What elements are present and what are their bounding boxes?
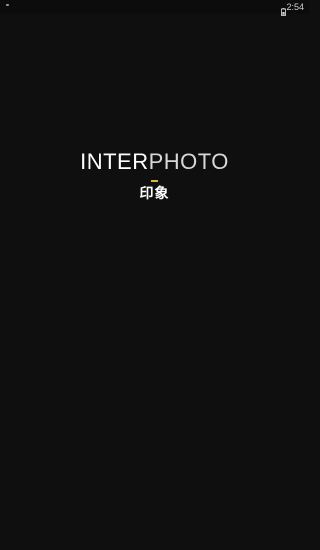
notification-dot-icon (6, 4, 9, 6)
logo-inter: INTER (80, 149, 149, 174)
status-bar: 2:54 (0, 0, 309, 16)
accent-divider (151, 180, 158, 182)
logo-photo: PHOTO (148, 149, 229, 174)
app-subtitle: 印象 (139, 186, 170, 202)
battery-icon (281, 3, 286, 16)
app-logo: INTERPHOTO (0, 149, 309, 175)
status-time: 2:54 (286, 2, 304, 12)
splash-brand: INTERPHOTO 印象 (0, 149, 309, 203)
